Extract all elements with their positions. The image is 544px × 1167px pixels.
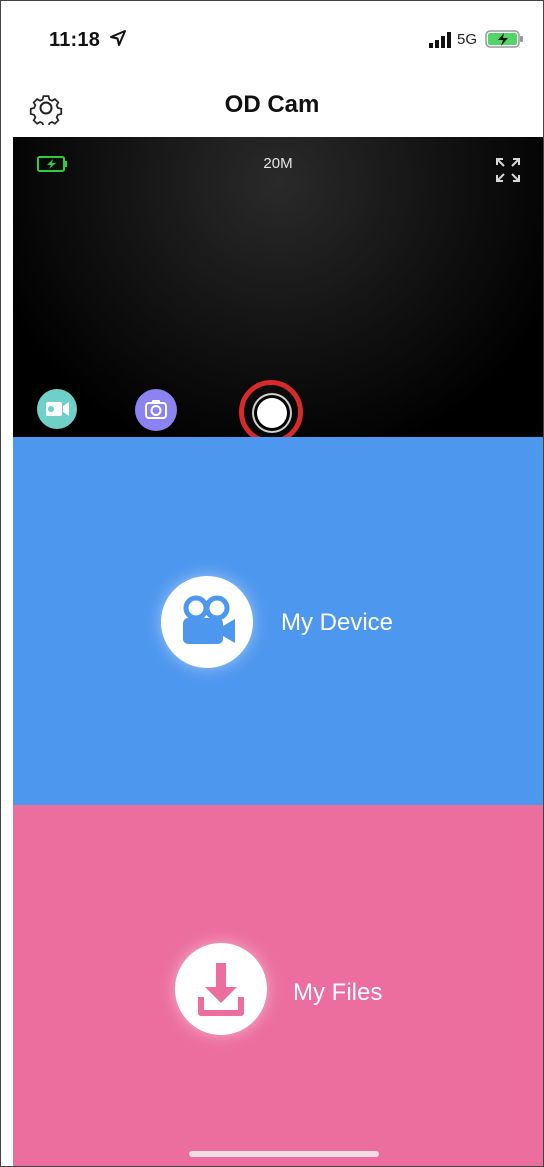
files-icon-circle [175, 943, 267, 1035]
take-photo-button[interactable] [135, 389, 177, 431]
video-camera-icon [46, 402, 69, 416]
my-device-label: My Device [281, 609, 394, 636]
signal-bars-icon [429, 32, 451, 48]
app-header: OD Cam [1, 79, 543, 137]
my-files-label: My Files [293, 979, 383, 1006]
app-screen: 11:18 5G OD Cam 20M My Device My Files [0, 0, 544, 1167]
status-time: 11:18 [49, 29, 101, 51]
my-files-panel[interactable]: My Files [13, 805, 543, 1166]
download-icon [198, 963, 244, 1016]
home-indicator[interactable] [189, 1151, 379, 1157]
my-device-panel[interactable]: My Device [13, 437, 543, 805]
fullscreen-icon[interactable] [495, 157, 521, 183]
page-title: OD Cam [224, 91, 320, 118]
camera-preview: 20M [13, 137, 543, 444]
device-icon-circle [161, 576, 253, 668]
location-arrow-icon [110, 30, 126, 46]
movie-camera-icon [183, 595, 235, 644]
record-video-button[interactable] [37, 389, 77, 429]
status-bar: 11:18 5G [1, 1, 543, 79]
network-type: 5G [457, 31, 478, 48]
shutter-button[interactable] [257, 398, 287, 428]
photo-camera-icon [145, 400, 167, 419]
battery-charging-icon [485, 30, 523, 48]
resolution-label: 20M [263, 155, 293, 172]
